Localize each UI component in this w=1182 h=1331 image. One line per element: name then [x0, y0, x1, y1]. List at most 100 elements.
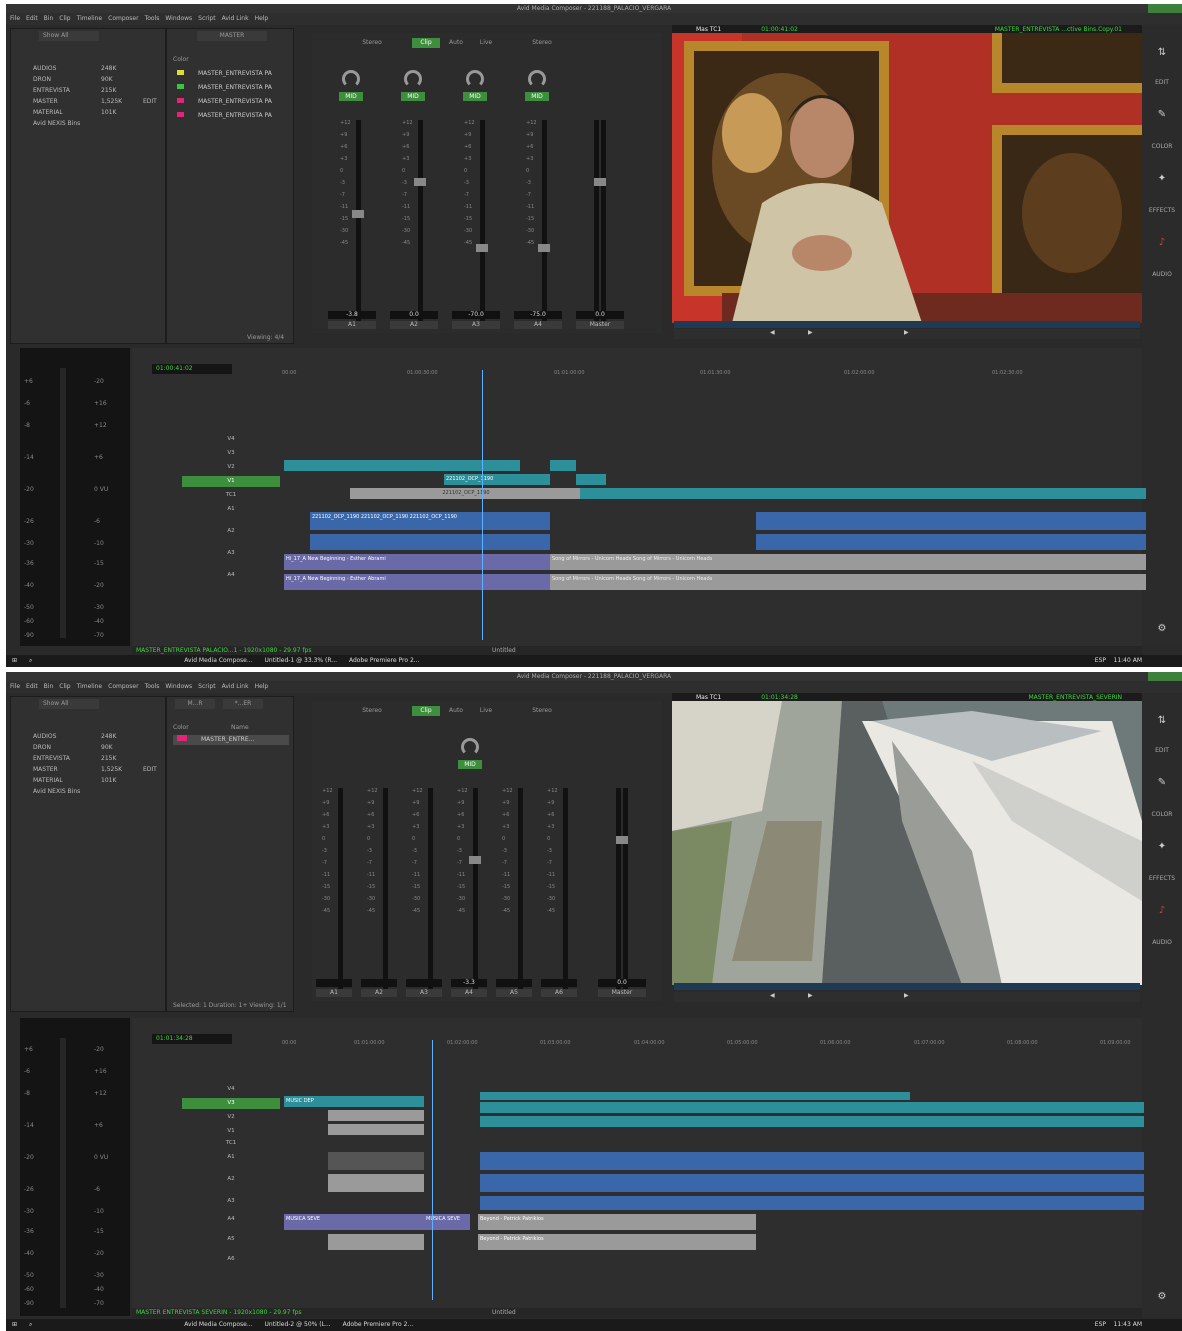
- step-forward-button[interactable]: ▶: [808, 992, 813, 999]
- search-icon[interactable]: ⌕: [29, 657, 32, 664]
- menu-help[interactable]: Help: [255, 15, 269, 22]
- workspace-color[interactable]: COLOR: [1142, 143, 1182, 150]
- settings-gear-icon[interactable]: ⚙: [1154, 1291, 1170, 1302]
- pan-knob[interactable]: [461, 738, 479, 756]
- menu-help[interactable]: Help: [255, 683, 269, 690]
- menu-windows[interactable]: Windows: [165, 15, 192, 22]
- menu-clip[interactable]: Clip: [59, 683, 70, 690]
- timeline-clip[interactable]: [550, 460, 576, 471]
- menu-file[interactable]: File: [10, 15, 20, 22]
- track-header-a4[interactable]: A4: [182, 570, 280, 581]
- mixer-tab-live[interactable]: Live: [472, 38, 500, 48]
- timeline-clip[interactable]: [480, 1116, 1144, 1127]
- mixer-tab-stereo-2[interactable]: Stereo: [522, 706, 562, 716]
- color-workspace-icon[interactable]: ✎: [1154, 109, 1170, 120]
- bin-master[interactable]: MASTER 1,525K EDIT: [33, 764, 157, 775]
- track-header-a1[interactable]: A1: [182, 504, 280, 515]
- menu-avid-link[interactable]: Avid Link: [222, 683, 249, 690]
- track-header-tc1[interactable]: TC1: [182, 1138, 280, 1149]
- timeline-clip[interactable]: [576, 474, 606, 485]
- bin-audios[interactable]: AUDIOS 248K: [33, 63, 116, 74]
- pan-knob[interactable]: [404, 70, 422, 88]
- monitor-position-bar[interactable]: [674, 983, 1140, 990]
- track-header-v3[interactable]: V3: [182, 448, 280, 459]
- track-header-v3[interactable]: V3: [182, 1098, 280, 1109]
- menu-tools[interactable]: Tools: [145, 15, 160, 22]
- bin-tab-master[interactable]: MASTER: [197, 31, 267, 41]
- menu-windows[interactable]: Windows: [165, 683, 192, 690]
- taskbar-app-avid[interactable]: Avid Media Compose...: [184, 1321, 252, 1328]
- timeline-clip[interactable]: [480, 1152, 1144, 1170]
- show-all-dropdown[interactable]: Show All: [39, 699, 99, 709]
- timeline-timecode[interactable]: 01:01:34:28: [152, 1034, 232, 1044]
- menu-composer[interactable]: Composer: [108, 15, 138, 22]
- workspace-edit[interactable]: EDIT: [1142, 747, 1182, 754]
- step-back-button[interactable]: ◀: [770, 329, 775, 336]
- timeline-clip[interactable]: Beyond - Patrick Patrikios: [478, 1234, 756, 1250]
- play-button[interactable]: ▶: [904, 992, 909, 999]
- start-icon[interactable]: ⊞: [12, 657, 17, 664]
- fader-handle[interactable]: [594, 178, 606, 186]
- timeline-clip[interactable]: Song of Mirrors - Unicorn Heads Song of …: [550, 574, 1146, 590]
- menu-composer[interactable]: Composer: [108, 683, 138, 690]
- monitor-position-bar[interactable]: [674, 321, 1140, 328]
- track-header-a3[interactable]: A3: [182, 548, 280, 559]
- menu-avid-link[interactable]: Avid Link: [222, 15, 249, 22]
- timeline-clip[interactable]: [328, 1152, 424, 1170]
- language-indicator[interactable]: ESP: [1095, 1319, 1106, 1331]
- taskbar-app-photoshop[interactable]: Untitled-1 @ 33.3% (R...: [265, 657, 338, 664]
- track-header-v2[interactable]: V2: [182, 1112, 280, 1123]
- bin-clip-row[interactable]: MASTER_ENTREVISTA PA: [177, 97, 272, 107]
- bin-material[interactable]: MATERIAL 101K: [33, 775, 116, 786]
- edit-workspace-icon[interactable]: ⇅: [1154, 47, 1170, 58]
- menu-script[interactable]: Script: [198, 15, 215, 22]
- workspace-color[interactable]: COLOR: [1142, 811, 1182, 818]
- timeline-clip[interactable]: 221102_OCP_1190: [444, 474, 550, 485]
- timeline-clip[interactable]: [328, 1234, 424, 1250]
- mixer-tab-stereo[interactable]: Stereo: [352, 38, 392, 48]
- window-controls[interactable]: [1148, 4, 1182, 13]
- track-header-a4[interactable]: A4: [182, 1214, 280, 1225]
- taskbar-clock[interactable]: 11:43 AM: [1114, 1319, 1142, 1331]
- timeline-clip[interactable]: Beyond - Patrick Patrikios: [478, 1214, 756, 1230]
- timeline-clip[interactable]: Hi_17_A New Beginning - Esther Abrami: [284, 574, 550, 590]
- timeline-clip[interactable]: [756, 534, 1146, 550]
- taskbar-app-premiere[interactable]: Adobe Premiere Pro 2...: [349, 657, 420, 664]
- effects-workspace-icon[interactable]: ✦: [1154, 841, 1170, 852]
- settings-gear-icon[interactable]: ⚙: [1154, 623, 1170, 634]
- show-all-dropdown[interactable]: Show All: [39, 31, 99, 41]
- menu-clip[interactable]: Clip: [59, 15, 70, 22]
- workspace-edit[interactable]: EDIT: [1142, 79, 1182, 86]
- workspace-audio[interactable]: AUDIO: [1142, 271, 1182, 278]
- taskbar-app-premiere[interactable]: Adobe Premiere Pro 2...: [343, 1321, 414, 1328]
- timeline-ruler[interactable]: 00:00 01:01:00:00 01:02:00:00 01:03:00:0…: [282, 1040, 1142, 1050]
- timeline-clip[interactable]: MUSIC DEP: [284, 1096, 424, 1107]
- bin-clip-row[interactable]: MASTER_ENTRE...: [173, 735, 289, 745]
- track-header-v2[interactable]: V2: [182, 462, 280, 473]
- record-monitor-frame[interactable]: [672, 33, 1142, 323]
- menu-bin[interactable]: Bin: [44, 683, 54, 690]
- effects-workspace-icon[interactable]: ✦: [1154, 173, 1170, 184]
- mixer-tab-auto[interactable]: Auto: [442, 706, 470, 716]
- taskbar-clock[interactable]: 11:40 AM: [1114, 655, 1142, 667]
- fader-handle[interactable]: [538, 244, 550, 252]
- timeline-clip[interactable]: [310, 534, 550, 550]
- window-controls[interactable]: [1148, 672, 1182, 681]
- pan-knob[interactable]: [466, 70, 484, 88]
- mixer-tab-clip[interactable]: Clip: [412, 38, 440, 48]
- track-header-v1[interactable]: V1: [182, 476, 280, 487]
- step-forward-button[interactable]: ▶: [808, 329, 813, 336]
- fader-handle[interactable]: [352, 210, 364, 218]
- track-header-v4[interactable]: V4: [182, 434, 280, 445]
- menu-timeline[interactable]: Timeline: [77, 15, 103, 22]
- record-monitor-frame[interactable]: [672, 701, 1142, 985]
- workspace-effects[interactable]: EFFECTS: [1142, 207, 1182, 214]
- track-header-a2[interactable]: A2: [182, 526, 280, 537]
- track-header-tc1[interactable]: TC1: [182, 490, 280, 501]
- timeline-clip[interactable]: [328, 1110, 424, 1121]
- menu-bin[interactable]: Bin: [44, 15, 54, 22]
- timeline-clip[interactable]: MUSICA SEVE: [424, 1214, 470, 1230]
- timeline-clip[interactable]: MUSICA SEVE: [284, 1214, 424, 1230]
- mixer-tab-stereo-2[interactable]: Stereo: [522, 38, 562, 48]
- taskbar-app-avid[interactable]: Avid Media Compose...: [184, 657, 252, 664]
